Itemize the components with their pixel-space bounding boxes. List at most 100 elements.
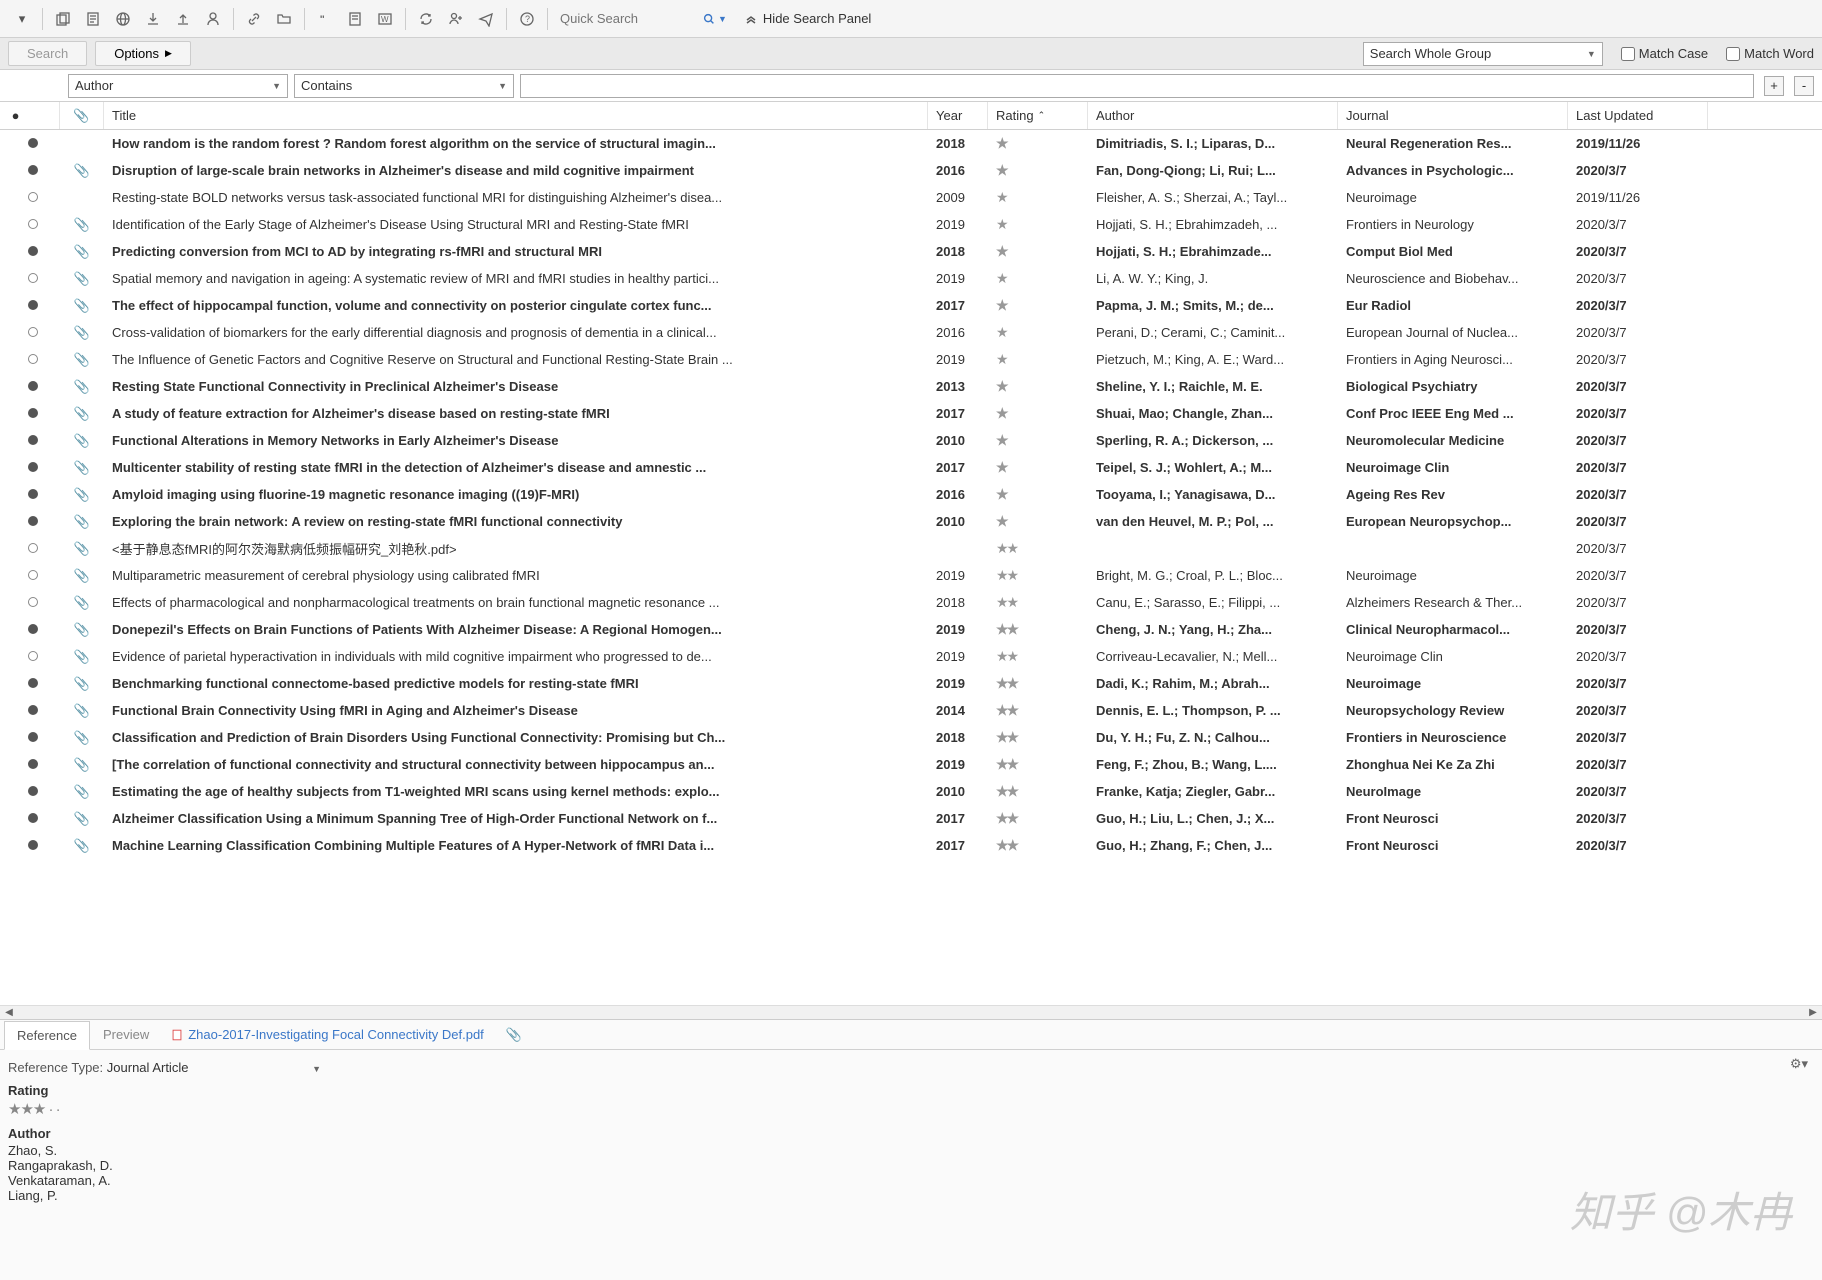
col-author[interactable]: Author: [1088, 102, 1338, 129]
svg-text:W: W: [381, 15, 389, 24]
table-row[interactable]: 📎Estimating the age of healthy subjects …: [0, 778, 1822, 805]
table-row[interactable]: 📎Functional Brain Connectivity Using fMR…: [0, 697, 1822, 724]
filter-row: Author▼ Contains▼ + -: [0, 70, 1822, 102]
download-icon[interactable]: [139, 5, 167, 33]
table-row[interactable]: 📎Disruption of large-scale brain network…: [0, 157, 1822, 184]
tab-preview[interactable]: Preview: [90, 1020, 162, 1049]
table-row[interactable]: 📎Alzheimer Classification Using a Minimu…: [0, 805, 1822, 832]
table-row[interactable]: How random is the random forest ? Random…: [0, 130, 1822, 157]
link-icon[interactable]: [240, 5, 268, 33]
cell-updated: 2019/11/26: [1568, 136, 1708, 151]
cell-title: Exploring the brain network: A review on…: [104, 514, 928, 529]
paperclip-icon: 📎: [74, 352, 90, 367]
cell-updated: 2020/3/7: [1568, 649, 1708, 664]
details-panel: Reference Preview Zhao-2017-Investigatin…: [0, 1020, 1822, 1280]
cell-journal: Front Neurosci: [1338, 838, 1568, 853]
table-row[interactable]: 📎Spatial memory and navigation in ageing…: [0, 265, 1822, 292]
filter-operator-select[interactable]: Contains▼: [294, 74, 514, 98]
cell-rating: ★: [988, 378, 1088, 395]
match-words-checkbox[interactable]: Match Word: [1726, 46, 1814, 61]
col-read[interactable]: ●: [0, 102, 60, 129]
remove-filter-button[interactable]: -: [1794, 76, 1814, 96]
table-row[interactable]: 📎Donepezil's Effects on Brain Functions …: [0, 616, 1822, 643]
table-row[interactable]: 📎Machine Learning Classification Combini…: [0, 832, 1822, 859]
col-attachment[interactable]: 📎: [60, 102, 104, 129]
paperclip-icon: 📎: [74, 568, 90, 583]
search-scope-select[interactable]: Search Whole Group▼: [1363, 42, 1603, 66]
document-icon[interactable]: [79, 5, 107, 33]
details-settings-icon[interactable]: ⚙︎▾: [1790, 1056, 1808, 1072]
table-row[interactable]: 📎Cross-validation of biomarkers for the …: [0, 319, 1822, 346]
cell-author: van den Heuvel, M. P.; Pol, ...: [1088, 514, 1338, 529]
attached-pdf-link[interactable]: Zhao-2017-Investigating Focal Connectivi…: [162, 1027, 492, 1042]
col-updated[interactable]: Last Updated: [1568, 102, 1708, 129]
search-button[interactable]: Search: [8, 41, 87, 66]
cell-year: 2017: [928, 406, 988, 421]
cell-author: Hojjati, S. H.; Ebrahimzadeh, ...: [1088, 217, 1338, 232]
format-icon[interactable]: [341, 5, 369, 33]
cell-year: 2017: [928, 838, 988, 853]
read-indicator: [28, 381, 38, 391]
table-row[interactable]: 📎Predicting conversion from MCI to AD by…: [0, 238, 1822, 265]
folder-icon[interactable]: [270, 5, 298, 33]
cell-author: Dennis, E. L.; Thompson, P. ...: [1088, 703, 1338, 718]
table-row[interactable]: 📎<基于静息态fMRI的阿尔茨海默病低频振幅研究_刘艳秋.pdf>★★2020/…: [0, 535, 1822, 562]
col-journal[interactable]: Journal: [1338, 102, 1568, 129]
options-button[interactable]: Options▶: [95, 41, 191, 66]
table-row[interactable]: 📎The Influence of Genetic Factors and Co…: [0, 346, 1822, 373]
match-case-checkbox[interactable]: Match Case: [1621, 46, 1708, 61]
upload-icon[interactable]: [169, 5, 197, 33]
svg-text:?: ?: [525, 14, 530, 24]
table-row[interactable]: 📎Exploring the brain network: A review o…: [0, 508, 1822, 535]
table-row[interactable]: 📎Classification and Prediction of Brain …: [0, 724, 1822, 751]
hide-search-panel-button[interactable]: Hide Search Panel: [745, 11, 871, 26]
cell-journal: Neural Regeneration Res...: [1338, 136, 1568, 151]
table-row[interactable]: 📎Multiparametric measurement of cerebral…: [0, 562, 1822, 589]
quote-icon[interactable]: ": [311, 5, 339, 33]
search-dropdown[interactable]: ▼: [702, 12, 727, 26]
send-icon[interactable]: [472, 5, 500, 33]
help-icon[interactable]: ?: [513, 5, 541, 33]
filter-field-select[interactable]: Author▼: [68, 74, 288, 98]
table-row[interactable]: 📎Resting State Functional Connectivity i…: [0, 373, 1822, 400]
table-row[interactable]: 📎Evidence of parietal hyperactivation in…: [0, 643, 1822, 670]
attachment-paperclip-icon[interactable]: 📎: [500, 1021, 528, 1049]
table-row[interactable]: Resting-state BOLD networks versus task-…: [0, 184, 1822, 211]
cell-rating: ★: [988, 297, 1088, 314]
user-search-icon[interactable]: [199, 5, 227, 33]
quick-search-input[interactable]: [554, 7, 694, 30]
cell-year: 2009: [928, 190, 988, 205]
tab-reference[interactable]: Reference: [4, 1021, 90, 1050]
table-row[interactable]: 📎Effects of pharmacological and nonpharm…: [0, 589, 1822, 616]
table-row[interactable]: 📎A study of feature extraction for Alzhe…: [0, 400, 1822, 427]
cell-rating: ★★: [988, 810, 1088, 827]
table-row[interactable]: 📎Amyloid imaging using fluorine-19 magne…: [0, 481, 1822, 508]
read-indicator: [28, 435, 38, 445]
table-row[interactable]: 📎The effect of hippocampal function, vol…: [0, 292, 1822, 319]
paperclip-icon: 📎: [74, 676, 90, 691]
cell-updated: 2020/3/7: [1568, 217, 1708, 232]
globe-icon[interactable]: [109, 5, 137, 33]
copy-icon[interactable]: [49, 5, 77, 33]
cell-year: 2017: [928, 811, 988, 826]
horizontal-scrollbar[interactable]: ◀▶: [0, 1005, 1822, 1019]
add-filter-button[interactable]: +: [1764, 76, 1784, 96]
col-rating[interactable]: Rating⌃: [988, 102, 1088, 129]
rating-stars[interactable]: ★★★ · ·: [8, 1100, 1814, 1118]
cell-rating: ★★: [988, 675, 1088, 692]
table-row[interactable]: 📎[The correlation of functional connecti…: [0, 751, 1822, 778]
table-row[interactable]: 📎Benchmarking functional connectome-base…: [0, 670, 1822, 697]
table-row[interactable]: 📎Identification of the Early Stage of Al…: [0, 211, 1822, 238]
cell-author: Du, Y. H.; Fu, Z. N.; Calhou...: [1088, 730, 1338, 745]
filter-value-input[interactable]: [520, 74, 1754, 98]
col-year[interactable]: Year: [928, 102, 988, 129]
cell-year: 2018: [928, 244, 988, 259]
table-row[interactable]: 📎Functional Alterations in Memory Networ…: [0, 427, 1822, 454]
word-icon[interactable]: W: [371, 5, 399, 33]
col-title[interactable]: Title: [104, 102, 928, 129]
cell-year: 2016: [928, 325, 988, 340]
sync-icon[interactable]: [412, 5, 440, 33]
table-row[interactable]: 📎Multicenter stability of resting state …: [0, 454, 1822, 481]
dropdown-toggle[interactable]: ▾: [8, 5, 36, 33]
add-user-icon[interactable]: [442, 5, 470, 33]
